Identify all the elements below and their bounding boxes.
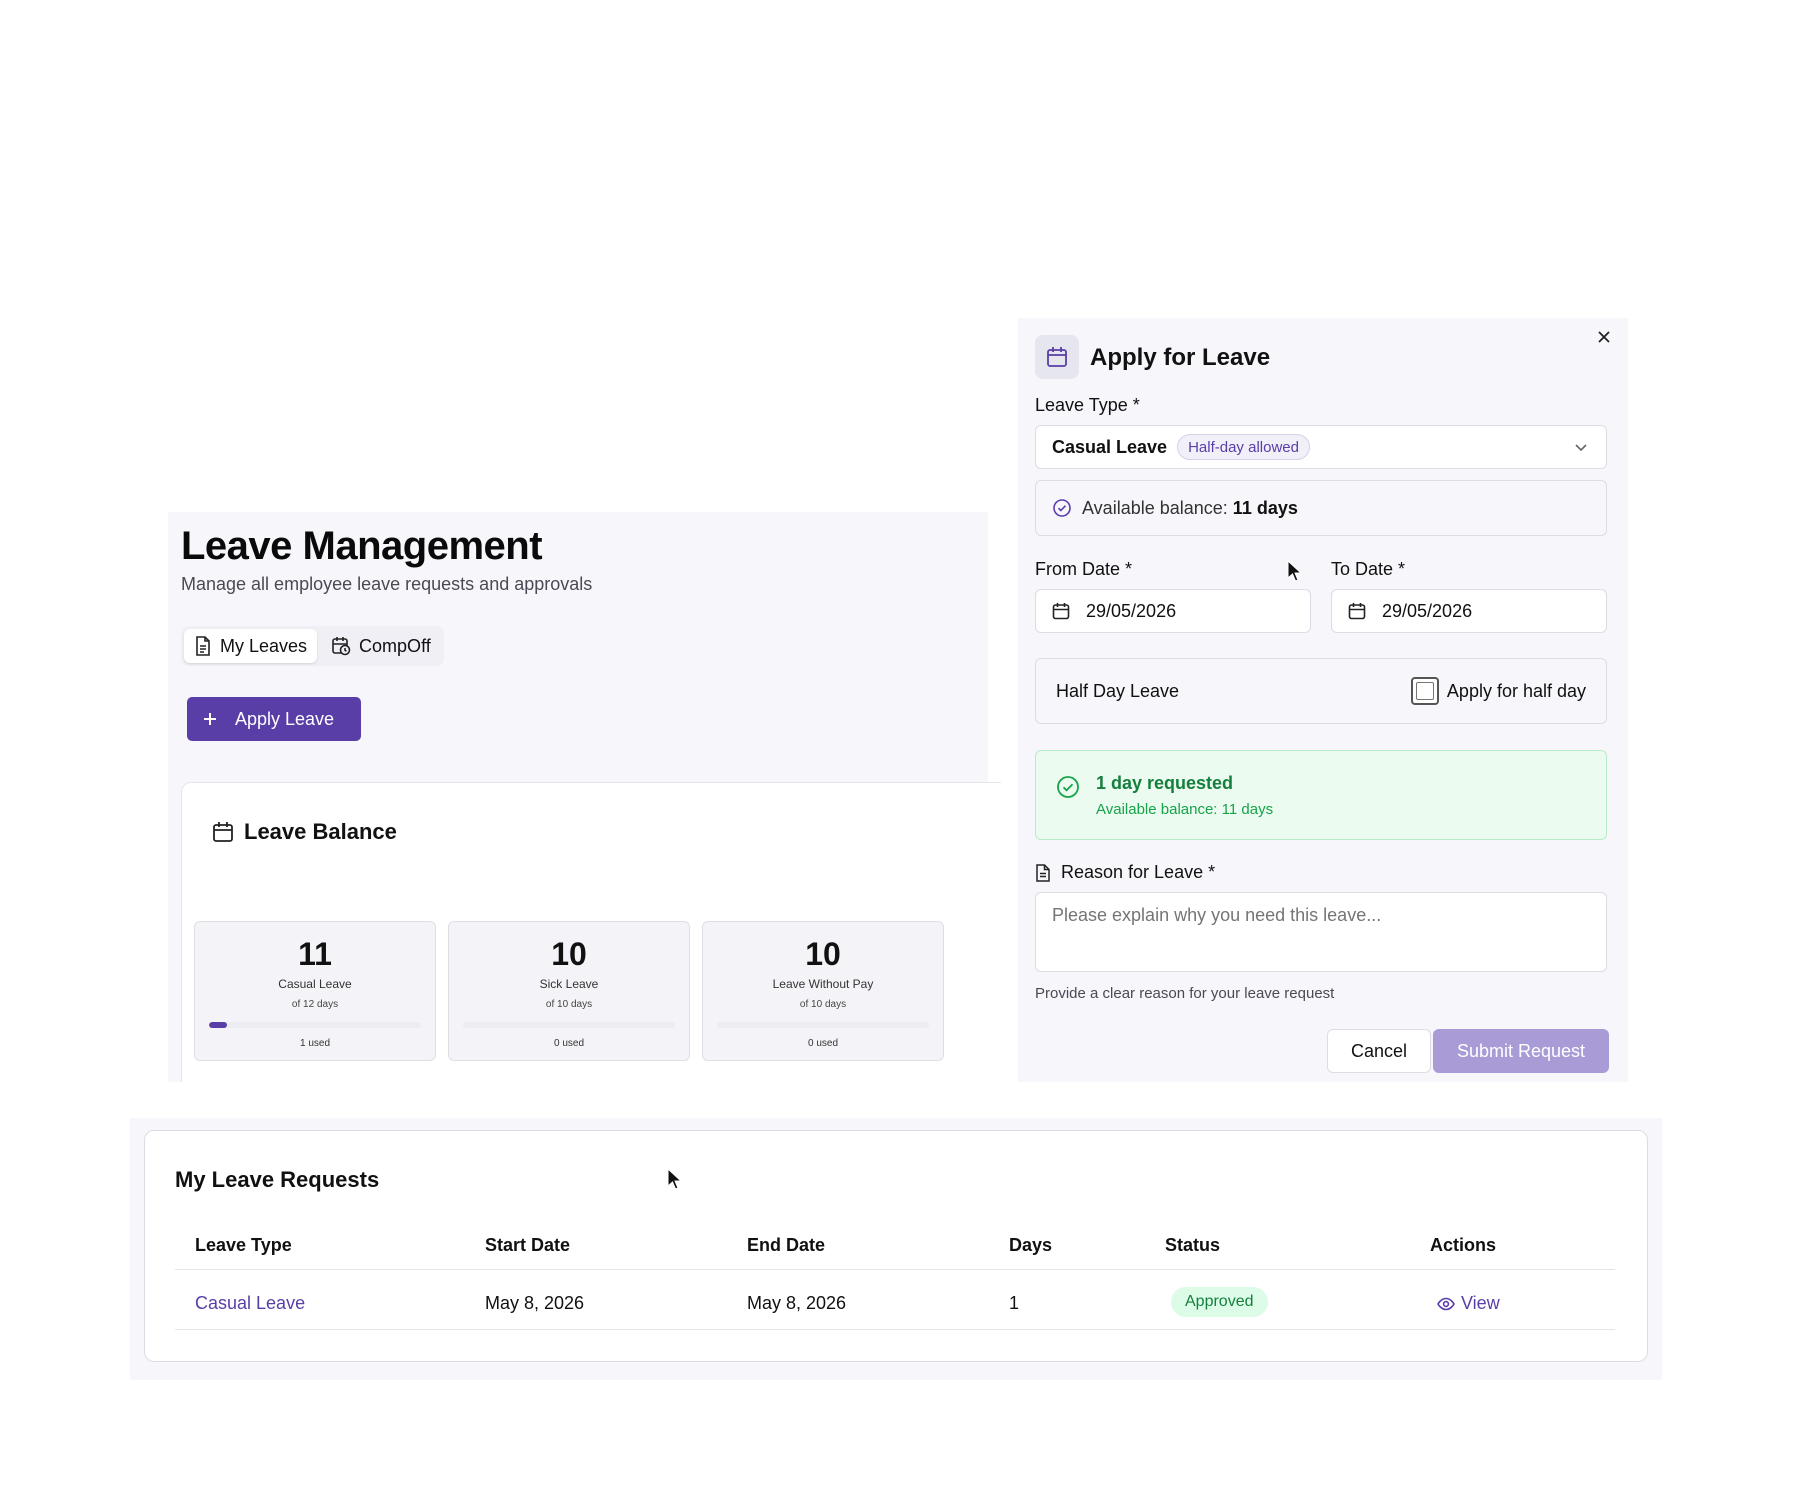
chevron-down-icon (1574, 440, 1588, 454)
mouse-cursor-icon (667, 1168, 681, 1190)
days-requested-summary: 1 day requested Available balance: 11 da… (1035, 750, 1607, 840)
half-day-row: Half Day Leave Apply for half day (1035, 658, 1607, 724)
reason-label-row: Reason for Leave * (1035, 862, 1215, 883)
document-icon (1035, 863, 1051, 882)
leave-type-link[interactable]: Casual Leave (195, 1293, 305, 1314)
balance-used: 1 used (299, 1038, 331, 1049)
half-day-checkbox-label: Apply for half day (1446, 680, 1586, 701)
document-icon (194, 636, 212, 656)
calendar-icon (1052, 602, 1070, 620)
plus-icon (203, 712, 217, 726)
modal-title: Apply for Leave (1090, 344, 1271, 371)
available-value: 11 days (1232, 497, 1298, 518)
to-date-input[interactable]: 29/05/2026 (1331, 589, 1607, 633)
reason-hint: Provide a clear reason for your leave re… (1035, 985, 1335, 1002)
status-badge: Approved (1171, 1287, 1268, 1317)
close-icon[interactable] (1593, 326, 1615, 348)
balance-total: of 10 days (545, 999, 593, 1010)
balance-item-casual: 11 Casual Leave of 12 days 1 used (194, 921, 436, 1061)
calendar-icon (1046, 346, 1068, 368)
balance-progress-fill (209, 1022, 227, 1028)
column-header-start-date: Start Date (485, 1235, 571, 1255)
table-divider (175, 1329, 1615, 1330)
tab-my-leaves[interactable]: My Leaves (184, 629, 318, 663)
half-day-label: Half Day Leave (1056, 681, 1180, 701)
calendar-icon (1348, 602, 1366, 620)
balance-used: 0 used (553, 1038, 585, 1049)
leave-requests-card: My Leave Requests Leave Type Start Date … (144, 1130, 1648, 1362)
start-date-cell: May 8, 2026 (485, 1293, 585, 1313)
mouse-cursor-icon (1287, 560, 1301, 582)
balance-label: Casual Leave (278, 977, 352, 991)
leave-requests-section: My Leave Requests Leave Type Start Date … (130, 1118, 1662, 1380)
balance-progress-track (209, 1022, 421, 1028)
to-date-value: 29/05/2026 (1382, 600, 1473, 621)
available-prefix: Available balance: (1082, 497, 1228, 518)
leave-balance-heading: Leave Balance (212, 819, 397, 845)
balance-used: 0 used (807, 1038, 839, 1049)
balance-label: Sick Leave (539, 977, 599, 991)
days-cell: 1 (1009, 1293, 1020, 1313)
reason-label: Reason for Leave * (1061, 862, 1216, 882)
column-header-leave-type: Leave Type (195, 1235, 292, 1255)
column-header-days: Days (1009, 1235, 1053, 1255)
apply-leave-button[interactable]: Apply Leave (187, 697, 361, 741)
calendar-icon (212, 821, 234, 843)
balance-count: 10 (805, 936, 841, 972)
balance-progress-track (717, 1022, 929, 1028)
balance-total: of 12 days (291, 999, 339, 1010)
column-header-actions: Actions (1430, 1235, 1497, 1255)
tab-bar: My Leaves CompOff (181, 626, 444, 666)
check-circle-icon (1056, 775, 1080, 799)
leave-balance-card: Leave Balance 11 Casual Leave of 12 days… (181, 782, 1001, 1082)
balance-item-lwp: 10 Leave Without Pay of 10 days 0 used (702, 921, 944, 1061)
half-day-checkbox-control[interactable]: Apply for half day (1410, 677, 1586, 705)
view-label: View (1461, 1293, 1500, 1313)
submit-request-button[interactable]: Submit Request (1433, 1029, 1609, 1073)
leave-type-value: Casual Leave (1052, 436, 1168, 457)
leave-balance-title: Leave Balance (244, 819, 397, 844)
from-date-input[interactable]: 29/05/2026 (1035, 589, 1311, 633)
days-requested-title: 1 day requested (1096, 773, 1234, 793)
modal-icon-box (1035, 335, 1079, 379)
view-button[interactable]: View (1437, 1293, 1500, 1314)
cancel-button[interactable]: Cancel (1327, 1029, 1431, 1073)
from-date-value: 29/05/2026 (1086, 600, 1177, 621)
main-panel: Leave Management Manage all employee lea… (168, 512, 1001, 1082)
eye-icon (1437, 1297, 1455, 1311)
to-date-label: To Date * (1331, 559, 1406, 579)
reason-textarea[interactable] (1035, 892, 1607, 972)
page-subtitle: Manage all employee leave requests and a… (181, 574, 593, 594)
balance-progress-track (463, 1022, 675, 1028)
balance-total: of 10 days (799, 999, 847, 1010)
from-date-label: From Date * (1035, 559, 1133, 579)
half-day-allowed-badge: Half-day allowed (1177, 434, 1310, 460)
tab-label: CompOff (359, 635, 431, 656)
calendar-clock-icon (331, 636, 351, 656)
column-header-end-date: End Date (747, 1235, 826, 1255)
leave-type-label: Leave Type * (1035, 395, 1140, 415)
table-divider (175, 1269, 1615, 1270)
balance-item-sick: 10 Sick Leave of 10 days 0 used (448, 921, 690, 1061)
tab-label: My Leaves (220, 635, 308, 656)
half-day-checkbox[interactable] (1410, 677, 1439, 705)
leave-requests-title: My Leave Requests (175, 1167, 380, 1192)
leave-type-select[interactable]: Casual Leave Half-day allowed (1035, 425, 1607, 469)
balance-label: Leave Without Pay (772, 977, 874, 991)
apply-leave-label: Apply Leave (235, 708, 335, 729)
column-header-status: Status (1165, 1235, 1221, 1255)
check-circle-icon (1052, 498, 1072, 518)
tab-compoff[interactable]: CompOff (321, 629, 441, 663)
available-balance-text: Available balance: 11 days (1082, 498, 1298, 519)
apply-leave-modal: Apply for Leave Leave Type * Casual Leav… (1018, 318, 1628, 1082)
available-balance-box: Available balance: 11 days (1035, 480, 1607, 536)
days-requested-balance: Available balance: 11 days (1096, 801, 1274, 818)
checkbox-inner (1415, 682, 1434, 700)
balance-count: 10 (551, 936, 587, 972)
page-title: Leave Management (181, 524, 543, 568)
balance-count: 11 (298, 936, 332, 972)
end-date-cell: May 8, 2026 (747, 1293, 847, 1313)
